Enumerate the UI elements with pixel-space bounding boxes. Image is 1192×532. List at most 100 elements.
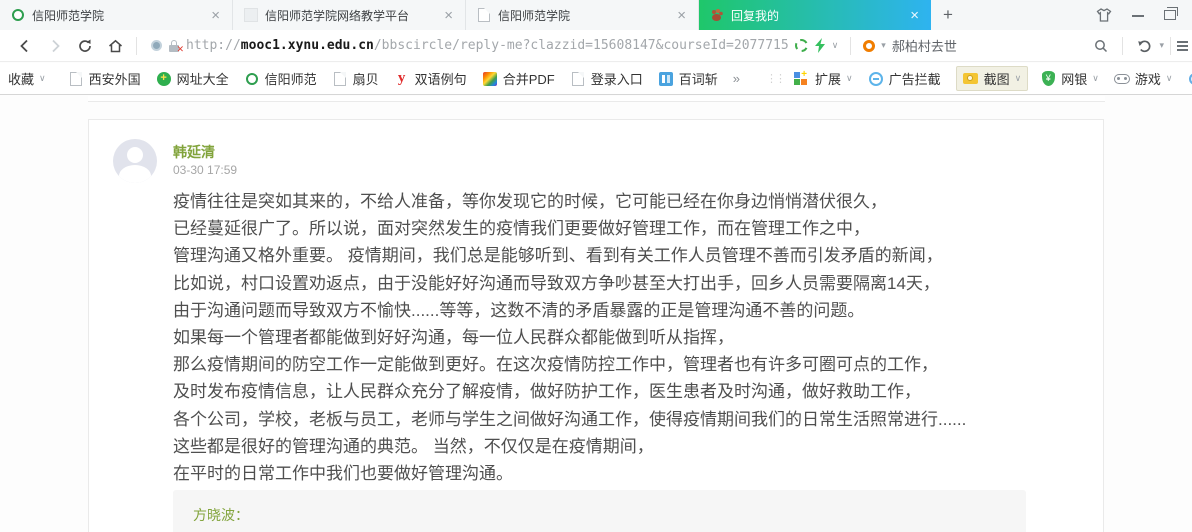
post-line: 及时发布疫情信息，让人民群众充分了解疫情，做好防护工作，医生患者及时沟通，做好救… <box>173 378 1093 405</box>
finder-button[interactable] <box>1187 71 1192 87</box>
document-favicon-icon <box>68 71 84 87</box>
extensions-icon: + <box>794 72 810 86</box>
avatar[interactable] <box>113 139 157 183</box>
bookmarks-bar: 收藏 ∨ 西安外国 + 网址大全 信阳师范 扇贝 y 双语例句 合并PDF 登录… <box>0 63 1192 95</box>
tab-xynu-page[interactable]: 信阳师范学院 × <box>466 0 699 30</box>
refresh-button[interactable] <box>70 38 100 54</box>
forward-button[interactable] <box>40 38 70 54</box>
url-path: /bbscircle/reply-me?clazzid=15608147&cou… <box>374 38 789 53</box>
insecure-lock-icon: ✕ <box>168 39 180 52</box>
url-host: mooc1.xynu.edu.cn <box>241 38 374 53</box>
bookmarks-overflow-button[interactable]: » <box>733 71 740 86</box>
bookmark-login-portal[interactable]: 登录入口 <box>570 69 643 88</box>
tab-title: 信阳师范学院 <box>32 7 202 24</box>
previous-post-card-edge <box>88 96 1105 102</box>
url-text[interactable]: http://mooc1.xynu.edu.cn/bbscircle/reply… <box>186 38 789 53</box>
close-icon[interactable]: × <box>442 8 455 23</box>
back-button[interactable] <box>10 38 40 54</box>
chevron-down-icon[interactable]: ▾ <box>881 40 886 51</box>
adblock-button[interactable]: 广告拦截 <box>868 69 941 88</box>
chevron-down-icon: ∨ <box>39 73 46 84</box>
favorites-label: 收藏 <box>8 69 34 88</box>
undo-closed-tab-icon[interactable] <box>1129 38 1159 54</box>
camera-icon <box>963 71 979 87</box>
green-ring-favicon-icon <box>244 71 260 87</box>
reply-post-card: 韩延清 03-30 17:59 疫情往往是突如其来的，不给人准备，等你发现它的时… <box>88 119 1104 532</box>
bookmark-xynu[interactable]: 信阳师范 <box>244 69 317 88</box>
chevron-down-icon[interactable]: ▾ <box>1159 40 1164 51</box>
window-controls <box>1096 0 1192 30</box>
blue-magnifier-icon <box>1187 71 1192 87</box>
post-author[interactable]: 韩延清 <box>173 142 215 162</box>
tab-bar: 信阳师范学院 × 信阳师范学院网络教学平台 × 信阳师范学院 × 回复我的 × … <box>0 0 1192 31</box>
url-scheme: http:// <box>186 38 241 53</box>
post-date: 03-30 17:59 <box>173 163 237 177</box>
navigation-bar: ✕ http://mooc1.xynu.edu.cn/bbscircle/rep… <box>0 30 1192 62</box>
post-line: 这些都是很好的管理沟通的典范。 当然，不仅仅是在疫情期间， <box>173 433 1093 460</box>
close-icon[interactable]: × <box>908 8 921 23</box>
online-banking-button[interactable]: ¥ 网银 ∨ <box>1040 69 1099 88</box>
post-line: 管理沟通又格外重要。 疫情期间，我们总是能够听到、看到有关工作人员管理不善而引发… <box>173 242 1093 269</box>
close-icon[interactable]: × <box>209 8 222 23</box>
speed-lightning-icon[interactable] <box>814 38 826 53</box>
chevron-down-icon: ∨ <box>1166 73 1173 84</box>
chevron-down-icon: ∨ <box>1092 73 1099 84</box>
post-line: 疫情往往是突如其来的，不给人准备，等你发现它的时候，它可能已经在你身边悄悄潜伏很… <box>173 188 1093 215</box>
divider <box>1122 37 1123 55</box>
minimize-button[interactable] <box>1132 14 1144 17</box>
post-line: 在平时的日常工作中我们也要做好管理沟通。 <box>173 460 1093 487</box>
search-suggestion[interactable]: 郝柏村去世 <box>892 36 957 55</box>
chevron-down-icon[interactable]: ∨ <box>832 40 839 51</box>
tab-title: 信阳师范学院网络教学平台 <box>265 7 435 24</box>
tab-reply-me-active[interactable]: 回复我的 × <box>699 0 931 30</box>
divider <box>850 37 851 55</box>
bookmark-merge-pdf[interactable]: 合并PDF <box>482 69 555 88</box>
post-line: 如果每一个管理者都能做到好好沟通，每一位人民群众都能做到听从指挥， <box>173 324 1093 351</box>
home-button[interactable] <box>100 38 130 54</box>
menu-icon[interactable] <box>1177 41 1188 51</box>
chevron-down-icon: ∨ <box>1015 73 1022 84</box>
favorites-menu[interactable]: 收藏 ∨ <box>8 69 46 88</box>
bookmark-site-directory[interactable]: + 网址大全 <box>156 69 229 88</box>
paw-favicon-icon <box>709 8 724 23</box>
document-favicon-icon <box>570 71 586 87</box>
search-engine-logo-icon[interactable] <box>863 40 875 52</box>
tab-xynu-home[interactable]: 信阳师范学院 × <box>0 0 233 30</box>
screenshot-button[interactable]: 截图 ∨ <box>956 66 1029 91</box>
tab-teaching-platform[interactable]: 信阳师范学院网络教学平台 × <box>233 0 466 30</box>
quote-author[interactable]: 方晓波： <box>193 507 249 523</box>
toolbar-drag-handle[interactable]: ⋮⋮ <box>766 72 784 85</box>
games-button[interactable]: 游戏 ∨ <box>1114 69 1173 88</box>
translate-aperture-icon[interactable] <box>795 39 808 52</box>
adblock-icon <box>868 71 884 87</box>
tab-title: 信阳师范学院 <box>498 7 668 24</box>
blank-favicon-icon <box>243 8 258 23</box>
document-favicon-icon <box>332 71 348 87</box>
address-bar[interactable]: ✕ http://mooc1.xynu.edu.cn/bbscircle/rep… <box>143 36 1086 55</box>
search-icon[interactable] <box>1086 38 1116 54</box>
extensions-button[interactable]: + 扩展 ∨ <box>794 69 853 88</box>
close-icon[interactable]: × <box>675 8 688 23</box>
post-line: 比如说，村口设置劝返点，由于没能好好沟通而导致双方争吵甚至大打出手，回乡人员需要… <box>173 270 1093 297</box>
site-favicon-green-icon <box>10 8 25 23</box>
new-tab-button[interactable]: + <box>931 0 965 30</box>
rainbow-favicon-icon <box>482 71 498 87</box>
restore-button[interactable] <box>1164 10 1176 20</box>
bookmark-bilingual-examples[interactable]: y 双语例句 <box>394 69 467 88</box>
green-plus-favicon-icon: + <box>156 71 172 87</box>
bookmark-baicizhan[interactable]: 百词斩 <box>658 69 718 88</box>
red-y-favicon-icon: y <box>394 71 410 87</box>
site-info-icon[interactable] <box>151 40 162 51</box>
gamepad-icon <box>1114 71 1130 87</box>
blue-book-favicon-icon <box>658 71 674 87</box>
post-line: 各个公司，学校，老板与员工，老师与学生之间做好沟通工作，使得疫情期间我们的日常生… <box>173 406 1093 433</box>
bookmark-xisu[interactable]: 西安外国 <box>68 69 141 88</box>
quoted-reply-box: 方晓波： <box>173 490 1026 532</box>
post-line: 由于沟通问题而导致双方不愉快......等等，这数不清的矛盾暴露的正是管理沟通不… <box>173 297 1093 324</box>
document-favicon-icon <box>476 8 491 23</box>
theme-shirt-icon[interactable] <box>1096 8 1112 22</box>
bookmark-shanbay[interactable]: 扇贝 <box>332 69 379 88</box>
chevron-down-icon: ∨ <box>846 73 853 84</box>
post-body: 疫情往往是突如其来的，不给人准备，等你发现它的时候，它可能已经在你身边悄悄潜伏很… <box>173 188 1093 487</box>
tab-title: 回复我的 <box>731 7 901 24</box>
